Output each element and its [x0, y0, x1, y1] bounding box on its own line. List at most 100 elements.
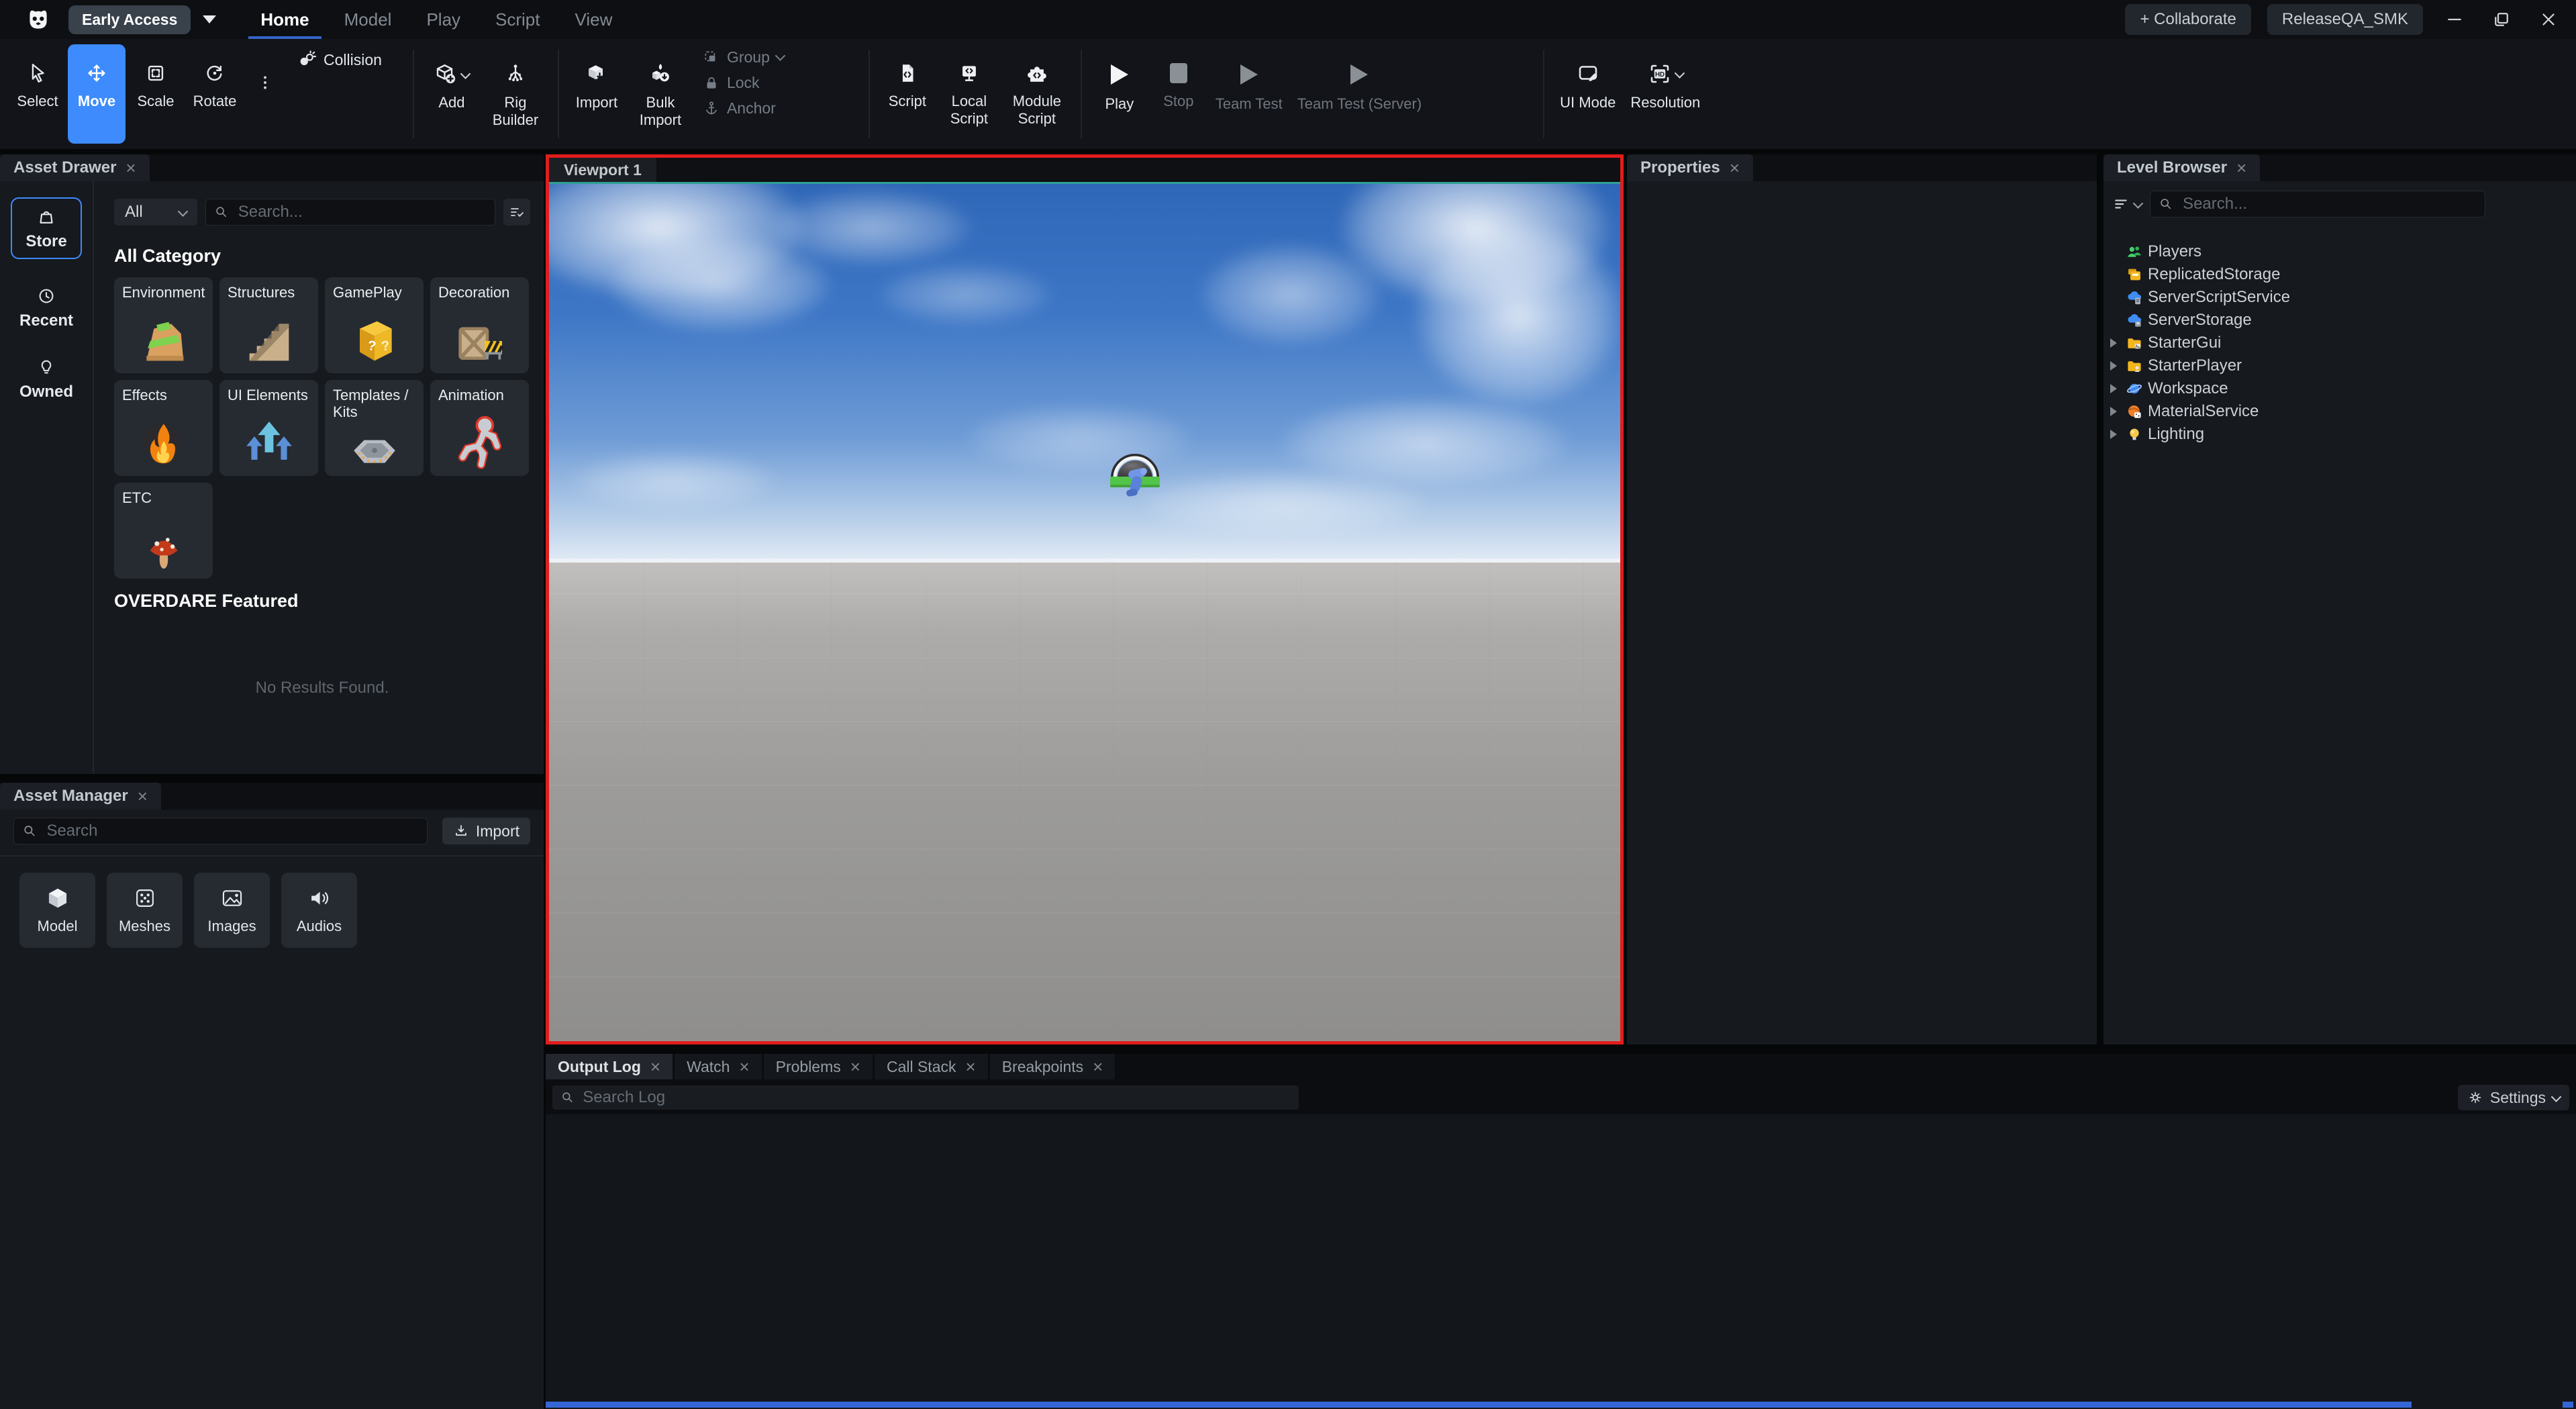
rig-builder-button[interactable]: Rig Builder: [482, 44, 549, 144]
category-filter-dropdown[interactable]: All: [114, 199, 197, 226]
expand-arrow-icon[interactable]: [2110, 430, 2117, 439]
asset-manager-search-input[interactable]: [45, 821, 418, 841]
team-test-server-button[interactable]: Team Test (Server): [1291, 44, 1428, 144]
module-script-button[interactable]: Module Script: [1002, 44, 1072, 144]
asset-manager-tab[interactable]: Asset Manager: [0, 783, 161, 810]
tab-problems[interactable]: Problems: [764, 1054, 873, 1079]
script-button[interactable]: Script: [879, 44, 936, 144]
ground-plane[interactable]: [549, 563, 1620, 1041]
asset-import-button[interactable]: Import: [442, 818, 530, 844]
properties-tab[interactable]: Properties: [1627, 154, 1753, 181]
viewport-panel[interactable]: Viewport 1: [546, 154, 1624, 1044]
close-icon[interactable]: [138, 787, 148, 805]
import-button[interactable]: Import: [568, 44, 626, 144]
play-button[interactable]: Play: [1091, 44, 1148, 144]
select-tool-button[interactable]: Select: [9, 44, 66, 144]
tab-watch[interactable]: Watch: [675, 1054, 762, 1079]
category-card-decoration[interactable]: Decoration: [430, 277, 529, 373]
category-card-templates-kits[interactable]: Templates / Kits: [325, 380, 424, 476]
tile-audios[interactable]: Audios: [281, 873, 357, 948]
collaborate-button[interactable]: + Collaborate: [2125, 4, 2250, 35]
local-script-button[interactable]: Local Script: [938, 44, 1001, 144]
tile-images[interactable]: Images: [194, 873, 270, 948]
close-icon[interactable]: [650, 1058, 660, 1075]
session-name-badge[interactable]: ReleaseQA_SMK: [2267, 4, 2423, 35]
tab-output-log[interactable]: Output Log: [546, 1054, 673, 1079]
expand-arrow-icon[interactable]: [2110, 384, 2117, 393]
close-icon[interactable]: [739, 1058, 749, 1075]
collision-toggle[interactable]: Collision: [286, 39, 405, 149]
category-card-etc[interactable]: ETC: [114, 483, 213, 579]
tile-model[interactable]: Model: [19, 873, 95, 948]
filter-button[interactable]: [503, 199, 530, 226]
add-button[interactable]: Add: [423, 44, 481, 144]
tree-item-materialservice[interactable]: MaterialService: [2103, 400, 2576, 423]
tree-item-lighting[interactable]: Lighting: [2103, 423, 2576, 446]
tree-item-replicatedstorage[interactable]: ReplicatedStorage: [2103, 263, 2576, 286]
expand-arrow-icon[interactable]: [2110, 338, 2117, 348]
category-card-gameplay[interactable]: GamePlay ??: [325, 277, 424, 373]
close-icon[interactable]: [126, 159, 136, 177]
log-content-area[interactable]: [546, 1114, 2576, 1409]
app-logo-icon[interactable]: [23, 5, 54, 34]
close-icon[interactable]: [966, 1058, 976, 1075]
rail-item-owned[interactable]: Owned: [19, 357, 73, 401]
menu-play[interactable]: Play: [409, 0, 478, 39]
tile-meshes[interactable]: Meshes: [107, 873, 183, 948]
rotate-tool-button[interactable]: Rotate: [186, 44, 244, 144]
category-card-effects[interactable]: Effects: [114, 380, 213, 476]
log-settings-button[interactable]: Settings: [2458, 1085, 2569, 1110]
expand-arrow-icon[interactable]: [2110, 361, 2117, 371]
move-tool-button[interactable]: Move: [68, 44, 126, 144]
tree-item-workspace[interactable]: Workspace: [2103, 377, 2576, 400]
level-filter-button[interactable]: [2113, 195, 2142, 213]
menu-view[interactable]: View: [558, 0, 630, 39]
viewport-3d-scene[interactable]: [549, 184, 1620, 1041]
close-icon[interactable]: [1093, 1058, 1103, 1075]
resolution-button[interactable]: HD Resolution: [1624, 44, 1707, 144]
scale-tool-button[interactable]: Scale: [127, 44, 185, 144]
anchor-button[interactable]: Anchor: [703, 99, 784, 117]
rail-item-recent[interactable]: Recent: [19, 286, 73, 330]
early-access-badge[interactable]: Early Access: [68, 5, 191, 34]
asset-drawer-tab[interactable]: Asset Drawer: [0, 154, 150, 181]
lock-button[interactable]: Lock: [703, 74, 784, 92]
rail-item-store[interactable]: Store: [11, 197, 81, 259]
menu-script[interactable]: Script: [478, 0, 557, 39]
more-tools-button[interactable]: [245, 44, 285, 144]
tab-call-stack[interactable]: Call Stack: [875, 1054, 988, 1079]
group-button[interactable]: Group: [703, 48, 784, 66]
close-icon[interactable]: [2236, 159, 2246, 177]
tree-item-serverscriptservice[interactable]: ServerScriptService: [2103, 286, 2576, 309]
bulk-import-button[interactable]: Bulk Import: [627, 44, 694, 144]
minimize-button[interactable]: [2439, 4, 2470, 35]
tree-item-startergui[interactable]: StarterGui: [2103, 332, 2576, 354]
close-icon[interactable]: [850, 1058, 860, 1075]
spawn-location[interactable]: [1104, 440, 1166, 501]
close-icon[interactable]: [1730, 159, 1740, 177]
close-button[interactable]: [2533, 4, 2564, 35]
expand-arrow-icon[interactable]: [2110, 407, 2117, 416]
tree-item-serverstorage[interactable]: ServerStorage: [2103, 309, 2576, 332]
category-card-animation[interactable]: Animation: [430, 380, 529, 476]
category-card-ui-elements[interactable]: UI Elements: [219, 380, 318, 476]
viewport-tab[interactable]: Viewport 1: [549, 158, 656, 182]
stop-button[interactable]: Stop: [1150, 44, 1207, 144]
team-test-button[interactable]: Team Test: [1209, 44, 1289, 144]
category-card-structures[interactable]: Structures: [219, 277, 318, 373]
ui-mode-button[interactable]: UI Mode: [1553, 44, 1622, 144]
menu-model[interactable]: Model: [327, 0, 409, 39]
toolbar-separator: [1543, 50, 1544, 138]
tab-breakpoints[interactable]: Breakpoints: [990, 1054, 1116, 1079]
category-card-environment[interactable]: Environment: [114, 277, 213, 373]
horizontal-scrollbar[interactable]: [546, 1402, 2412, 1408]
tree-item-players[interactable]: Players: [2103, 240, 2576, 263]
tree-item-starterplayer[interactable]: StarterPlayer: [2103, 354, 2576, 377]
maximize-button[interactable]: [2486, 4, 2517, 35]
menu-home[interactable]: Home: [243, 0, 326, 39]
titlebar-dropdown-caret-icon[interactable]: [203, 15, 216, 23]
asset-search-input[interactable]: [237, 202, 487, 222]
level-browser-tab[interactable]: Level Browser: [2103, 154, 2260, 181]
log-search-input[interactable]: [581, 1087, 1291, 1108]
level-search-input[interactable]: [2181, 194, 2477, 214]
